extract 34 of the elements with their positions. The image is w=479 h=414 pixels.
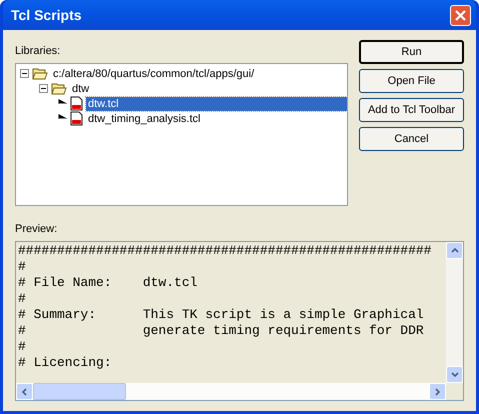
code-line: # [18, 291, 26, 307]
scroll-down-button[interactable] [446, 366, 463, 383]
vertical-scrollbar[interactable] [446, 242, 463, 383]
code-line: # [18, 259, 26, 275]
tree-item[interactable]: dtw_timing_analysis.tcl [86, 112, 202, 126]
dialog-button[interactable]: Run [359, 40, 464, 64]
code-line: # Summary: This TK script is a simple Graphical [18, 307, 424, 323]
code-line: # Licencing: [18, 355, 112, 371]
dialog-button[interactable]: Add to Tcl Toolbar [359, 98, 464, 122]
dialog-button[interactable]: Open File [359, 69, 464, 93]
folder-icon [51, 82, 67, 95]
horizontal-scrollbar[interactable] [16, 383, 446, 400]
code-line: # [18, 339, 26, 355]
collapse-toggle-icon[interactable] [39, 84, 48, 93]
scroll-up-button[interactable] [446, 242, 463, 259]
scroll-left-button[interactable] [16, 383, 33, 400]
window-title: Tcl Scripts [10, 6, 82, 25]
tree-item[interactable]: c:/altera/80/quartus/common/tcl/apps/gui/ [51, 66, 256, 80]
code-line: # File Name: dtw.tcl [18, 275, 198, 291]
close-icon [455, 10, 466, 20]
libraries-label: Libraries: [15, 44, 62, 58]
folder-icon [32, 67, 48, 80]
preview-label: Preview: [15, 222, 58, 236]
tree-item[interactable]: dtw [70, 82, 92, 96]
scroll-thumb[interactable] [33, 383, 126, 400]
dialog-button[interactable]: Cancel [359, 127, 464, 151]
code-line: ##################################################### [18, 243, 432, 259]
close-button[interactable] [450, 4, 471, 26]
code-line: # generate timing requirements for DDR [18, 323, 424, 339]
script-file-icon [70, 111, 83, 126]
tree-item[interactable]: dtw.tcl [86, 96, 347, 110]
scroll-right-button[interactable] [429, 383, 446, 400]
script-file-icon [70, 96, 83, 111]
collapse-toggle-icon[interactable] [20, 69, 29, 78]
